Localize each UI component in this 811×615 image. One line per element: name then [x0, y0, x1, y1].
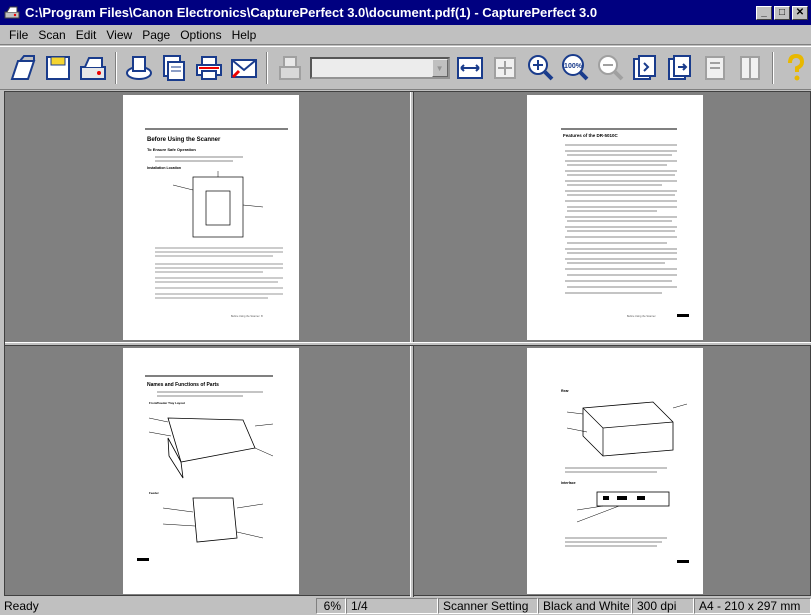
- menu-help[interactable]: Help: [227, 28, 262, 42]
- page-next-icon[interactable]: [665, 52, 695, 84]
- svg-text:Before Using the Scanner: Before Using the Scanner: [627, 315, 656, 318]
- status-ready: Ready: [4, 599, 39, 613]
- scanner-setting-combo[interactable]: ▼: [310, 57, 450, 79]
- toolbar-separator: [772, 52, 774, 84]
- status-color-mode: Black and White: [538, 598, 632, 614]
- svg-text:Front/Feeder Tray Layout: Front/Feeder Tray Layout: [149, 401, 185, 405]
- status-scanner-setting: Scanner Setting: [438, 598, 538, 614]
- menu-bar: File Scan Edit View Page Options Help: [0, 25, 811, 45]
- svg-text:Feeder: Feeder: [149, 491, 160, 495]
- zoom-in-icon[interactable]: [525, 52, 555, 84]
- toolbar-separator: [115, 52, 118, 84]
- open-icon[interactable]: [8, 52, 38, 84]
- thumbnail-icon[interactable]: [735, 52, 765, 84]
- menu-edit[interactable]: Edit: [71, 28, 102, 42]
- minimize-button[interactable]: _: [756, 5, 772, 20]
- svg-text:Interface: Interface: [561, 481, 576, 485]
- fit-width-icon[interactable]: [455, 52, 485, 84]
- svg-text:To Ensure Safe Operation: To Ensure Safe Operation: [147, 147, 196, 152]
- maximize-button[interactable]: □: [774, 5, 790, 20]
- page-thumbnail-1[interactable]: Before Using the Scanner To Ensure Safe …: [123, 95, 299, 340]
- page-thumbnail-2[interactable]: Features of the DR-5010C Before Using th…: [527, 95, 703, 340]
- page-thumbnail-4[interactable]: Rear Interface: [527, 348, 703, 594]
- svg-text:100%: 100%: [564, 63, 583, 70]
- toolbar-separator: [266, 52, 269, 84]
- zoom-out-icon[interactable]: [595, 52, 625, 84]
- rotate-icon[interactable]: [700, 52, 730, 84]
- page-thumbnail-3[interactable]: Names and Functions of Parts Front/Feede…: [123, 348, 299, 594]
- zoom-100-icon[interactable]: 100%: [560, 52, 590, 84]
- window-title: C:\Program Files\Canon Electronics\Captu…: [25, 5, 598, 20]
- chevron-down-icon[interactable]: ▼: [431, 59, 448, 77]
- svg-text:Before Using the Scanner: Before Using the Scanner: [231, 315, 260, 318]
- scan-batch-icon[interactable]: [124, 52, 154, 84]
- svg-text:8: 8: [261, 314, 263, 318]
- pane-splitter-horizontal[interactable]: [5, 342, 811, 346]
- menu-options[interactable]: Options: [175, 28, 226, 42]
- scan-to-mail-icon[interactable]: [229, 52, 259, 84]
- svg-text:Rear: Rear: [561, 389, 569, 393]
- svg-text:Installation Location: Installation Location: [147, 166, 181, 170]
- page-prev-icon[interactable]: [630, 52, 660, 84]
- scan-to-file-icon[interactable]: [159, 52, 189, 84]
- svg-text:Names and Functions of Parts: Names and Functions of Parts: [147, 382, 219, 388]
- document-view[interactable]: Before Using the Scanner To Ensure Safe …: [4, 91, 811, 597]
- status-dpi: 300 dpi: [632, 598, 694, 614]
- status-paper-size: A4 - 210 x 297 mm: [694, 598, 811, 614]
- scanner-app-icon[interactable]: [3, 4, 21, 22]
- status-page: 1/4: [346, 598, 438, 614]
- fit-page-icon[interactable]: [490, 52, 520, 84]
- scan-icon[interactable]: [78, 52, 108, 84]
- title-bar: C:\Program Files\Canon Electronics\Captu…: [0, 0, 811, 25]
- scanner-setting-icon[interactable]: [275, 52, 305, 84]
- help-icon[interactable]: [781, 52, 811, 84]
- menu-scan[interactable]: Scan: [33, 28, 70, 42]
- svg-text:Features of the DR-5010C: Features of the DR-5010C: [563, 133, 619, 138]
- close-button[interactable]: ✕: [792, 5, 808, 20]
- menu-view[interactable]: View: [101, 28, 137, 42]
- save-icon[interactable]: [43, 52, 73, 84]
- status-zoom: 6%: [316, 598, 346, 614]
- svg-text:Before Using the Scanner: Before Using the Scanner: [147, 137, 221, 143]
- status-bar: Ready 6% 1/4 Scanner Setting Black and W…: [0, 597, 811, 615]
- menu-file[interactable]: File: [4, 28, 33, 42]
- scan-to-print-icon[interactable]: [194, 52, 224, 84]
- toolbar: ▼ 100%: [0, 46, 811, 90]
- menu-page[interactable]: Page: [137, 28, 175, 42]
